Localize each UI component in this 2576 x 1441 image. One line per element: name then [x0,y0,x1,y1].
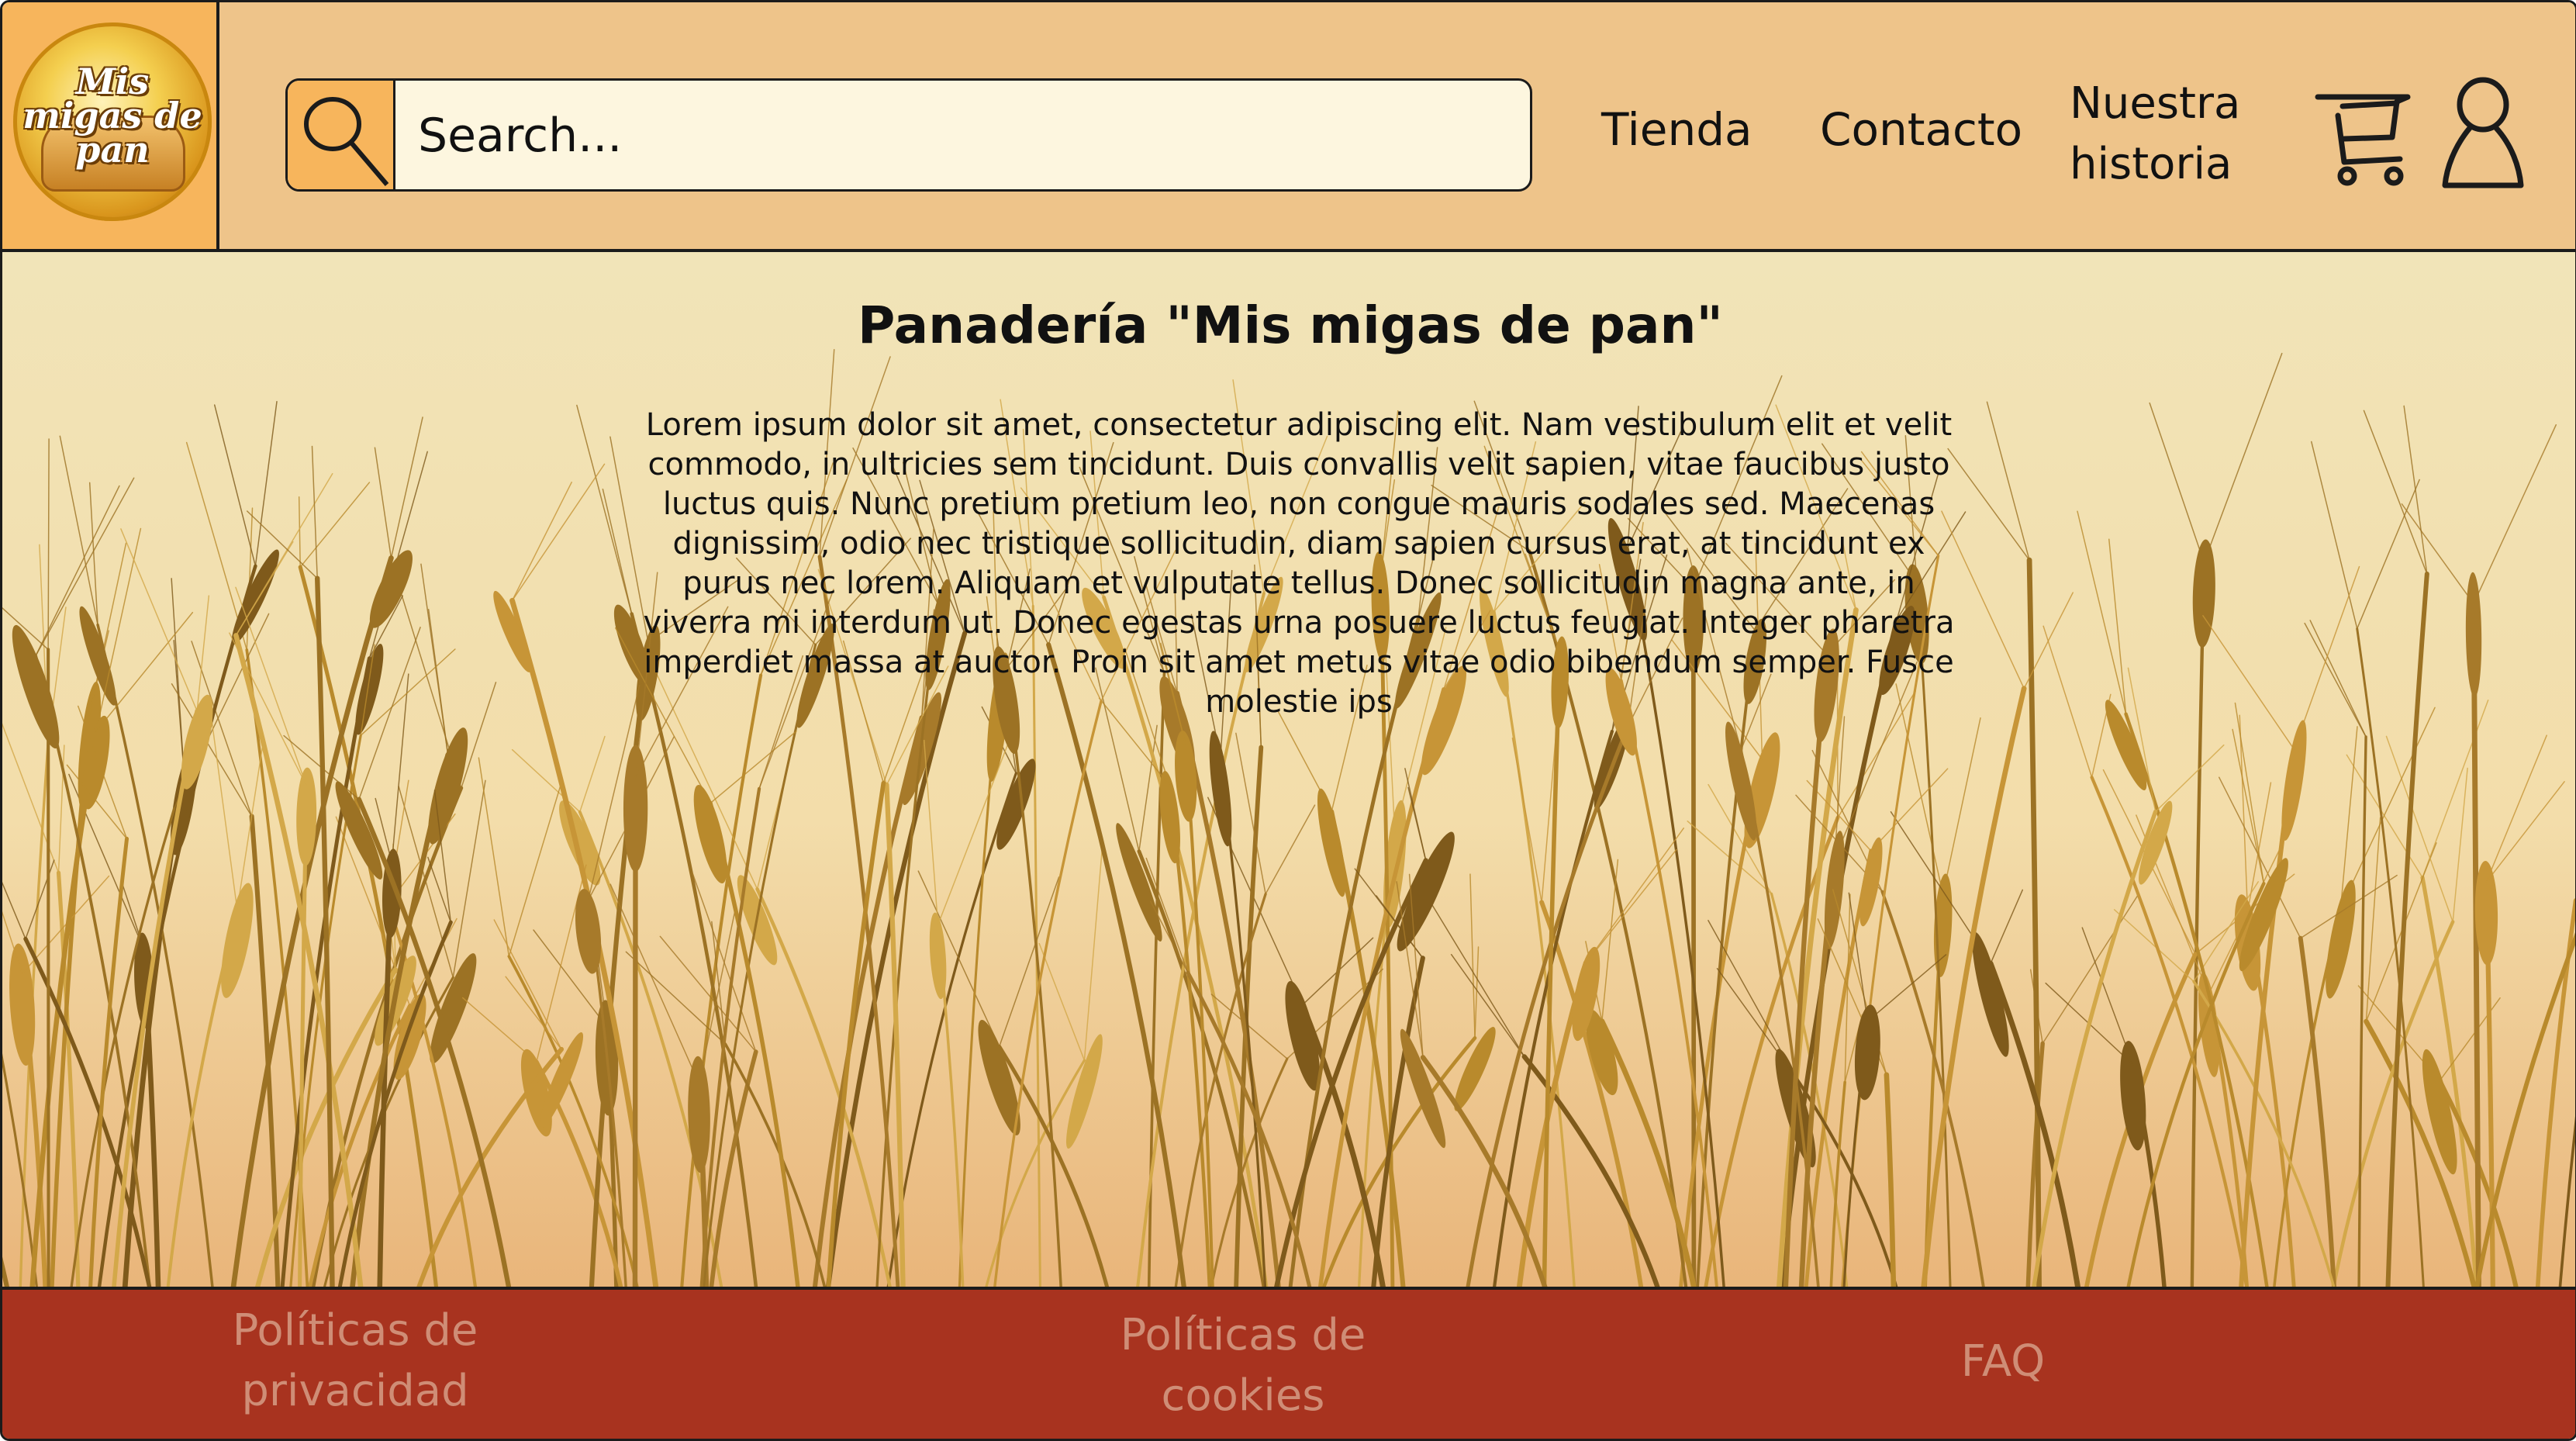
logo-link[interactable]: Mis migas de pan [2,2,219,249]
cart-button[interactable] [2313,85,2414,190]
footer-link-privacy[interactable]: Políticas de privacidad [181,1301,530,1422]
header-bar: Mis migas de pan Tienda Contacto Nuestra… [2,2,2575,252]
nav-contacto[interactable]: Contacto [1820,102,2022,157]
user-icon [2442,77,2524,188]
search-input[interactable] [398,81,1530,189]
logo-text: Mis migas de pan [22,60,202,171]
footer-link-cookies[interactable]: Políticas de cookies [1065,1305,1421,1426]
cart-icon [2315,94,2411,186]
search-bar [285,78,1532,192]
footer-link-faq[interactable]: FAQ [1887,1332,2119,1392]
nav-nuestra-historia[interactable]: Nuestra historia [2070,74,2271,195]
account-button[interactable] [2439,77,2527,193]
intro-paragraph: Lorem ipsum dolor sit amet, consectetur … [643,407,1955,720]
page-title: Panadería "Mis migas de pan" [858,295,1723,355]
footer-bar: Políticas de privacidad Políticas de coo… [2,1287,2575,1439]
search-button[interactable] [288,81,395,189]
logo-badge: Mis migas de pan [13,22,212,221]
page-frame: Mis migas de pan Tienda Contacto Nuestra… [0,0,2576,1441]
nav-tienda[interactable]: Tienda [1601,102,1752,157]
search-icon [304,97,389,186]
